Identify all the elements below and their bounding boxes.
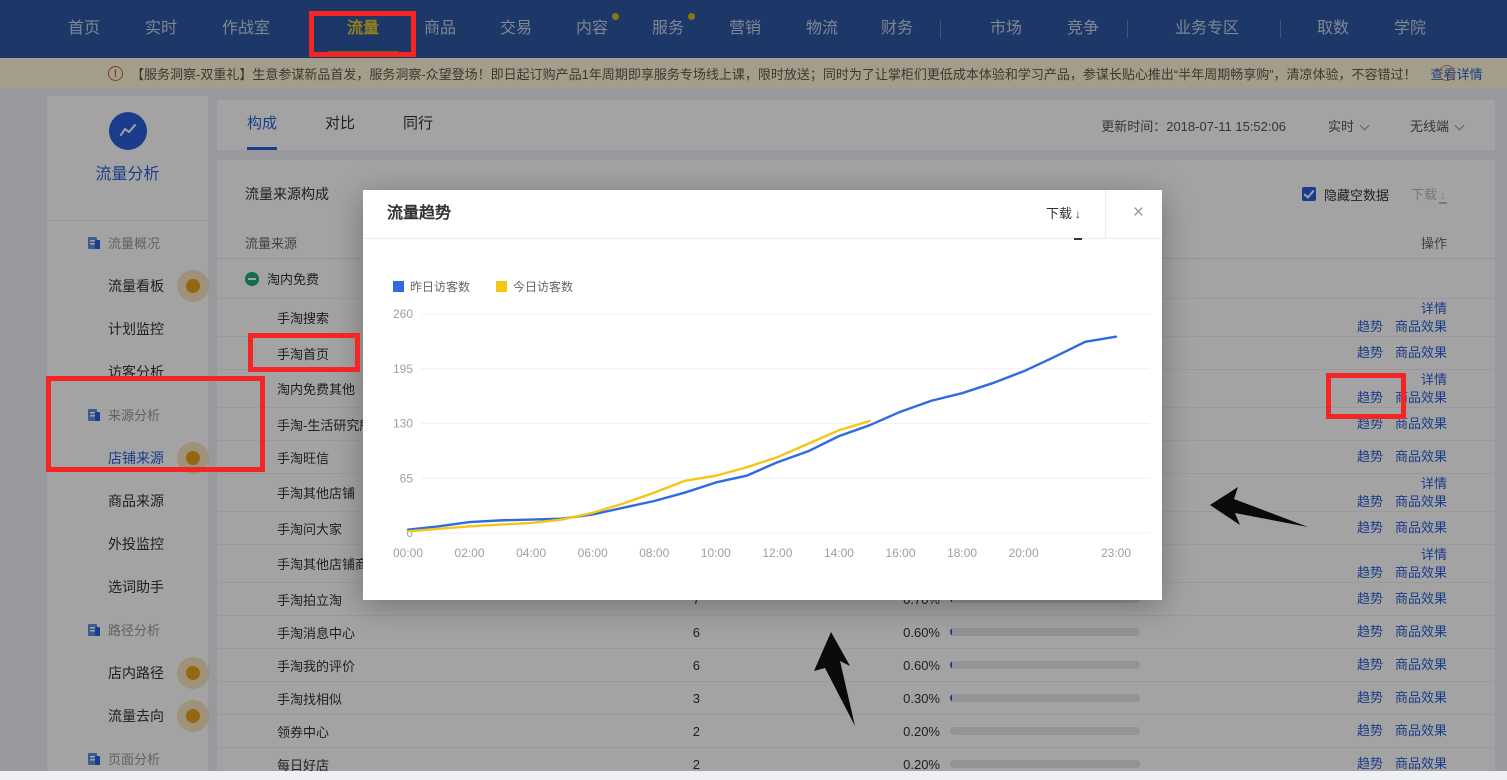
svg-text:195: 195 bbox=[393, 362, 413, 376]
svg-text:08:00: 08:00 bbox=[639, 546, 669, 560]
close-icon[interactable]: × bbox=[1133, 190, 1144, 236]
svg-text:65: 65 bbox=[400, 471, 414, 485]
modal-download-button[interactable]: 下载↓ bbox=[1046, 190, 1082, 240]
svg-text:06:00: 06:00 bbox=[578, 546, 608, 560]
svg-text:20:00: 20:00 bbox=[1009, 546, 1039, 560]
redbox-trend-link bbox=[1326, 373, 1406, 419]
arrow-to-table bbox=[798, 626, 868, 731]
svg-text:02:00: 02:00 bbox=[455, 546, 485, 560]
redbox-shoutao-homepage bbox=[248, 333, 360, 372]
download-icon: ↓ bbox=[1074, 190, 1082, 240]
trend-line-chart: 06513019526000:0002:0004:0006:0008:0010:… bbox=[363, 290, 1162, 590]
svg-text:00:00: 00:00 bbox=[393, 546, 423, 560]
redbox-sidebar-source bbox=[46, 376, 265, 472]
svg-text:260: 260 bbox=[393, 307, 413, 321]
arrow-to-trend-link bbox=[1200, 475, 1315, 535]
svg-text:12:00: 12:00 bbox=[762, 546, 792, 560]
svg-text:10:00: 10:00 bbox=[701, 546, 731, 560]
svg-text:16:00: 16:00 bbox=[886, 546, 916, 560]
svg-text:18:00: 18:00 bbox=[947, 546, 977, 560]
modal-title: 流量趋势 bbox=[387, 190, 451, 238]
svg-text:130: 130 bbox=[393, 417, 413, 431]
svg-text:04:00: 04:00 bbox=[516, 546, 546, 560]
svg-text:14:00: 14:00 bbox=[824, 546, 854, 560]
redbox-nav-traffic bbox=[309, 11, 416, 57]
traffic-trend-modal: 流量趋势 下载↓ × 昨日访客数今日访客数 06513019526000:000… bbox=[363, 190, 1162, 600]
svg-text:23:00: 23:00 bbox=[1101, 546, 1131, 560]
